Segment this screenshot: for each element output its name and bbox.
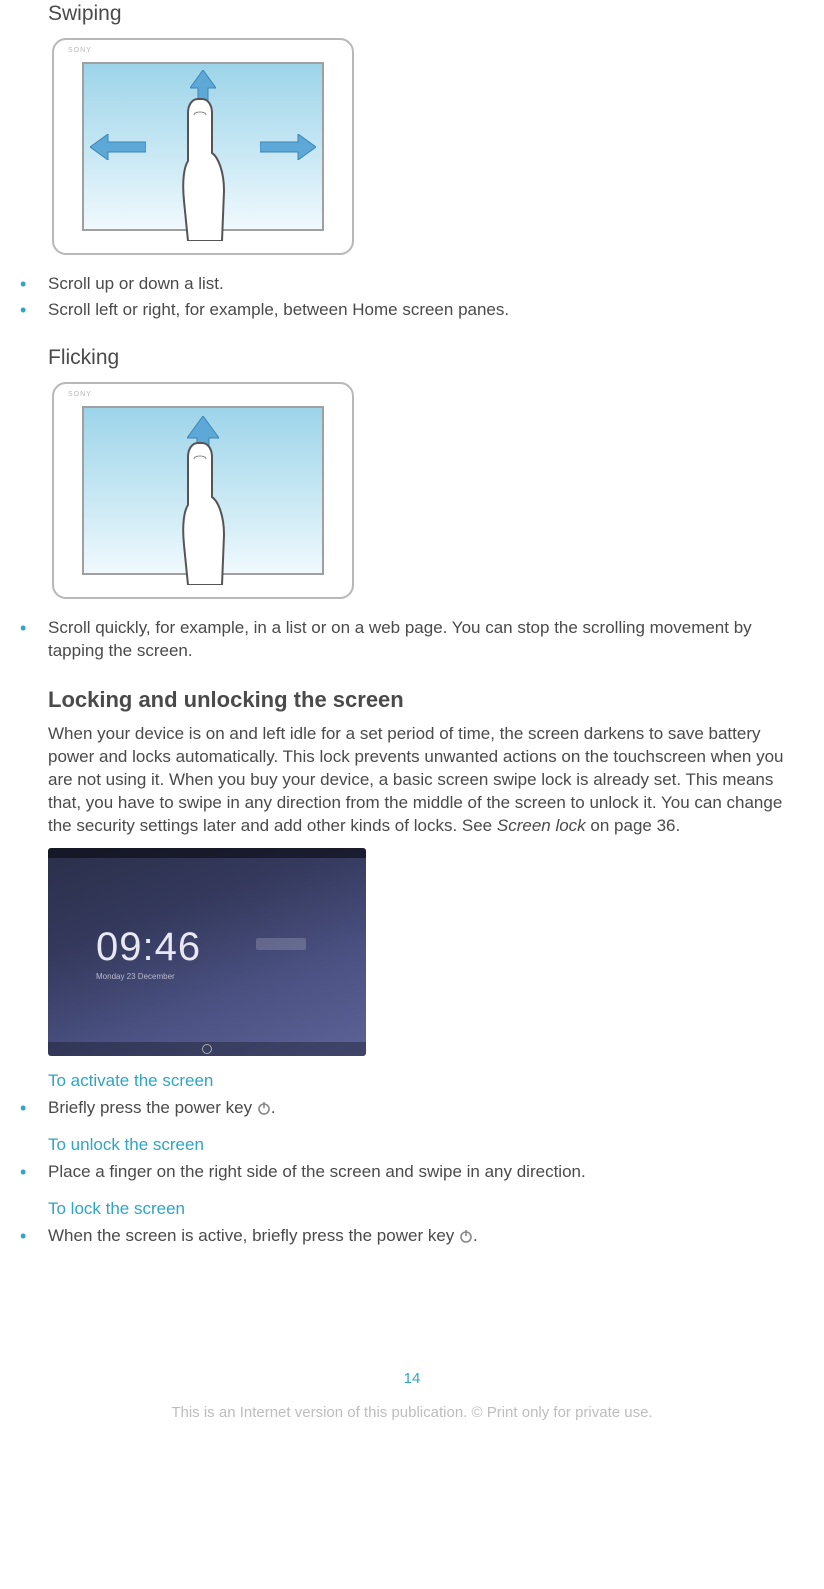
arrow-right-icon — [260, 134, 316, 160]
flicking-heading: Flicking — [48, 344, 804, 372]
arrow-left-icon — [90, 134, 146, 160]
screen-lock-reference: Screen lock — [497, 816, 586, 835]
bullet-text: Scroll quickly, for example, in a list o… — [48, 617, 804, 663]
bullet-text: When the screen is active, briefly press… — [48, 1225, 804, 1248]
bullet-text-post: . — [271, 1098, 276, 1117]
flicking-bullet-1: • Scroll quickly, for example, in a list… — [20, 617, 804, 663]
bullet-icon: • — [20, 617, 48, 640]
flicking-illustration: SONY — [48, 378, 804, 603]
bullet-icon: • — [20, 273, 48, 296]
bullet-text: Scroll up or down a list. — [48, 273, 804, 296]
bullet-text-post: . — [473, 1226, 478, 1245]
lock-heading: To lock the screen — [48, 1198, 804, 1221]
swiping-bullet-2: • Scroll left or right, for example, bet… — [20, 299, 804, 322]
bullet-text-pre: When the screen is active, briefly press… — [48, 1226, 459, 1245]
page-number: 14 — [20, 1369, 804, 1389]
bullet-text: Scroll left or right, for example, betwe… — [48, 299, 804, 322]
swiping-illustration: SONY — [48, 34, 804, 259]
paragraph-text: on page 36. — [586, 816, 681, 835]
bullet-icon: • — [20, 299, 48, 322]
unlock-heading: To unlock the screen — [48, 1134, 804, 1157]
lock-screen-image: 09:46 Monday 23 December — [48, 848, 804, 1056]
bullet-text: Place a finger on the right side of the … — [48, 1161, 804, 1184]
power-icon — [459, 1229, 473, 1243]
footer-disclaimer: This is an Internet version of this publ… — [20, 1403, 804, 1423]
bullet-text: Briefly press the power key . — [48, 1097, 804, 1120]
camera-icon — [202, 1044, 212, 1054]
finger-icon — [178, 435, 228, 585]
activate-bullet: • Briefly press the power key . — [20, 1097, 804, 1120]
tablet-brand-label: SONY — [68, 390, 92, 399]
tablet-brand-label: SONY — [68, 46, 92, 55]
swiping-bullet-1: • Scroll up or down a list. — [20, 273, 804, 296]
finger-icon — [178, 91, 228, 241]
lock-bullet: • When the screen is active, briefly pre… — [20, 1225, 804, 1248]
locking-heading: Locking and unlocking the screen — [48, 685, 804, 715]
bullet-icon: • — [20, 1225, 48, 1248]
activate-heading: To activate the screen — [48, 1070, 804, 1093]
locking-paragraph: When your device is on and left idle for… — [48, 723, 804, 838]
lock-clock-time: 09:46 — [96, 920, 201, 974]
swiping-heading: Swiping — [48, 0, 804, 28]
bullet-text-pre: Briefly press the power key — [48, 1098, 257, 1117]
power-icon — [257, 1101, 271, 1115]
unlock-bullet: • Place a finger on the right side of th… — [20, 1161, 804, 1184]
bullet-icon: • — [20, 1161, 48, 1184]
bullet-icon: • — [20, 1097, 48, 1120]
